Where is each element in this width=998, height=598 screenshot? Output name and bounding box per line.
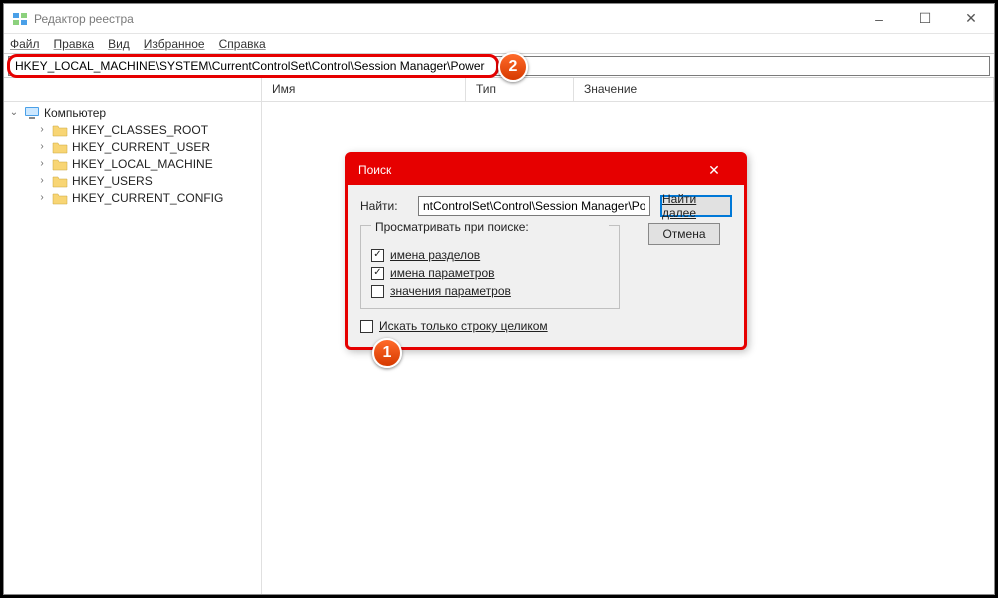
column-headers: Имя Тип Значение bbox=[4, 78, 994, 102]
titlebar: Редактор реестра – ☐ ✕ bbox=[4, 4, 994, 34]
folder-icon bbox=[52, 157, 68, 171]
folder-icon bbox=[52, 191, 68, 205]
whole-string-row[interactable]: Искать только строку целиком bbox=[360, 317, 732, 335]
tree-root-label: Компьютер bbox=[44, 106, 106, 120]
chevron-right-icon: › bbox=[36, 141, 48, 152]
computer-icon bbox=[24, 106, 40, 120]
tree-item-label: HKEY_CLASSES_ROOT bbox=[72, 123, 208, 137]
fieldset-legend: Просматривать при поиске: bbox=[371, 220, 609, 234]
tree-item-hkcc[interactable]: › HKEY_CURRENT_CONFIG bbox=[4, 189, 261, 206]
check-data-row[interactable]: значения параметров bbox=[371, 282, 609, 300]
col-value[interactable]: Значение bbox=[574, 78, 994, 101]
close-button[interactable]: ✕ bbox=[948, 4, 994, 34]
col-type[interactable]: Тип bbox=[466, 78, 574, 101]
check-data-label: значения параметров bbox=[390, 284, 511, 298]
find-row: Найти: Найти далее bbox=[360, 195, 732, 217]
menu-edit[interactable]: Правка bbox=[54, 37, 95, 51]
chevron-down-icon: ⌄ bbox=[8, 107, 20, 118]
check-values-label: имена параметров bbox=[390, 266, 495, 280]
tree-item-label: HKEY_CURRENT_CONFIG bbox=[72, 191, 223, 205]
check-keys-row[interactable]: ✓ имена разделов bbox=[371, 246, 609, 264]
folder-icon bbox=[52, 123, 68, 137]
chevron-right-icon: › bbox=[36, 158, 48, 169]
step-badge-2: 2 bbox=[498, 52, 528, 82]
menu-file[interactable]: Файл bbox=[10, 37, 40, 51]
dialog-body: Найти: Найти далее Просматривать при пои… bbox=[348, 185, 744, 347]
maximize-button[interactable]: ☐ bbox=[902, 4, 948, 34]
dialog-title-text: Поиск bbox=[358, 163, 391, 177]
checkbox-values[interactable]: ✓ bbox=[371, 267, 384, 280]
dialog-close-button[interactable]: ✕ bbox=[694, 162, 734, 179]
dialog-side-buttons: Отмена bbox=[648, 223, 720, 245]
folder-icon bbox=[52, 140, 68, 154]
menubar: Файл Правка Вид Избранное Справка bbox=[4, 34, 994, 54]
minimize-button[interactable]: – bbox=[856, 4, 902, 34]
tree-item-hkcu[interactable]: › HKEY_CURRENT_USER bbox=[4, 138, 261, 155]
find-dialog: Поиск ✕ Найти: Найти далее Просматривать… bbox=[345, 152, 747, 350]
folder-icon bbox=[52, 174, 68, 188]
dialog-titlebar: Поиск ✕ bbox=[348, 155, 744, 185]
checkbox-keys[interactable]: ✓ bbox=[371, 249, 384, 262]
menu-favorites[interactable]: Избранное bbox=[144, 37, 205, 51]
tree-item-hklm[interactable]: › HKEY_LOCAL_MACHINE bbox=[4, 155, 261, 172]
tree-item-label: HKEY_CURRENT_USER bbox=[72, 140, 210, 154]
menu-help[interactable]: Справка bbox=[219, 37, 266, 51]
find-input[interactable] bbox=[418, 196, 650, 216]
tree-item-hku[interactable]: › HKEY_USERS bbox=[4, 172, 261, 189]
tree-item-label: HKEY_USERS bbox=[72, 174, 153, 188]
tree-panel: ⌄ Компьютер › HKEY_CLASSES_ROOT › HKEY_C… bbox=[4, 102, 262, 594]
check-values-row[interactable]: ✓ имена параметров bbox=[371, 264, 609, 282]
checkbox-whole[interactable] bbox=[360, 320, 373, 333]
tree-root[interactable]: ⌄ Компьютер bbox=[4, 104, 261, 121]
look-at-fieldset: Просматривать при поиске: ✓ имена раздел… bbox=[360, 225, 620, 309]
chevron-right-icon: › bbox=[36, 175, 48, 186]
checkbox-data[interactable] bbox=[371, 285, 384, 298]
cancel-button[interactable]: Отмена bbox=[648, 223, 720, 245]
chevron-right-icon: › bbox=[36, 192, 48, 203]
window-title: Редактор реестра bbox=[34, 12, 134, 26]
step-badge-1: 1 bbox=[372, 338, 402, 368]
find-next-button[interactable]: Найти далее bbox=[660, 195, 732, 217]
tree-header bbox=[4, 78, 262, 101]
window-buttons: – ☐ ✕ bbox=[856, 4, 994, 34]
regedit-icon bbox=[12, 11, 28, 27]
col-name[interactable]: Имя bbox=[262, 78, 466, 101]
find-label: Найти: bbox=[360, 199, 408, 213]
tree-item-label: HKEY_LOCAL_MACHINE bbox=[72, 157, 213, 171]
tree-item-hkcr[interactable]: › HKEY_CLASSES_ROOT bbox=[4, 121, 261, 138]
whole-string-label: Искать только строку целиком bbox=[379, 319, 548, 333]
menu-view[interactable]: Вид bbox=[108, 37, 130, 51]
chevron-right-icon: › bbox=[36, 124, 48, 135]
check-keys-label: имена разделов bbox=[390, 248, 480, 262]
